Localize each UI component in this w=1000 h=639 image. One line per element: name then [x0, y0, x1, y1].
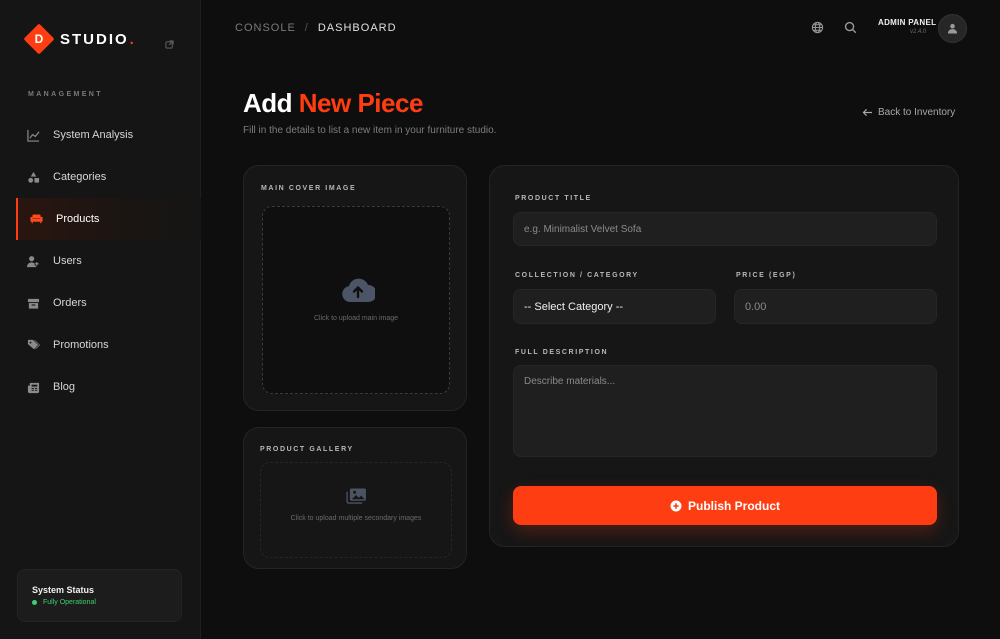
description-textarea[interactable]	[513, 365, 937, 457]
box-icon	[27, 297, 40, 310]
user-icon	[947, 23, 958, 34]
newspaper-icon	[27, 381, 40, 394]
system-status-card: System Status Fully Operational	[17, 569, 182, 622]
product-gallery-label: PRODUCT GALLERY	[260, 446, 354, 453]
sidebar: D STUDIO . MANAGEMENT System Analysis Ca…	[0, 0, 201, 639]
sidebar-item-promotions[interactable]: Promotions	[16, 324, 201, 366]
status-dot-icon	[32, 600, 37, 605]
product-title-label: PRODUCT TITLE	[515, 195, 592, 202]
plus-circle-icon	[670, 500, 682, 511]
status-indicator: Fully Operational	[32, 599, 96, 606]
category-label: COLLECTION / CATEGORY	[515, 272, 639, 279]
page-subtitle: Fill in the details to list a new item i…	[243, 125, 497, 136]
product-gallery-card: PRODUCT GALLERY Click to upload multiple…	[243, 427, 467, 569]
sidebar-item-label: System Analysis	[53, 129, 134, 141]
product-form-card: PRODUCT TITLE COLLECTION / CATEGORY -- S…	[489, 165, 959, 547]
product-title-input[interactable]	[513, 212, 937, 246]
logo-letter: D	[34, 32, 44, 46]
sidebar-item-products[interactable]: Products	[16, 198, 201, 240]
cloud-upload-icon	[341, 277, 377, 303]
main-image-dropzone[interactable]: Click to upload main image	[262, 206, 450, 394]
page-title: Add New Piece	[243, 88, 423, 119]
external-link-icon[interactable]	[165, 36, 174, 49]
back-link-label: Back to Inventory	[878, 107, 956, 118]
sidebar-item-system-analysis[interactable]: System Analysis	[16, 114, 201, 156]
sidebar-nav: System Analysis Categories Products User…	[16, 114, 201, 408]
brand-name: STUDIO	[60, 30, 129, 48]
category-selected-value: -- Select Category --	[524, 300, 624, 313]
images-icon	[346, 488, 367, 504]
chart-line-icon	[27, 129, 40, 142]
sidebar-item-users[interactable]: Users	[16, 240, 201, 282]
description-label: FULL DESCRIPTION	[515, 349, 609, 356]
page-title-main: Add	[243, 88, 293, 118]
sidebar-item-orders[interactable]: Orders	[16, 282, 201, 324]
sidebar-item-categories[interactable]: Categories	[16, 156, 201, 198]
breadcrumb-dashboard: DASHBOARD	[317, 22, 397, 34]
couch-icon	[30, 213, 43, 226]
gallery-dropzone[interactable]: Click to upload multiple secondary image…	[260, 462, 452, 558]
breadcrumb: CONSOLE / DASHBOARD	[235, 22, 397, 34]
price-label: PRICE (EGP)	[736, 272, 797, 279]
publish-button-label: Publish Product	[687, 498, 780, 513]
sidebar-item-label: Users	[53, 255, 82, 267]
globe-icon[interactable]	[811, 21, 824, 34]
status-text: Fully Operational	[43, 599, 96, 606]
sidebar-item-blog[interactable]: Blog	[16, 366, 201, 408]
sidebar-item-label: Products	[56, 213, 100, 225]
price-input[interactable]	[734, 289, 937, 324]
breadcrumb-console[interactable]: CONSOLE	[235, 22, 296, 34]
sidebar-item-label: Categories	[53, 171, 107, 183]
admin-version: v2.4.0	[910, 29, 927, 35]
back-to-inventory-link[interactable]: Back to Inventory	[862, 107, 955, 118]
sidebar-item-label: Blog	[53, 381, 76, 393]
logo-mark: D	[23, 23, 55, 55]
admin-name: ADMIN PANEL	[878, 18, 937, 27]
avatar[interactable]	[938, 14, 967, 43]
sidebar-item-label: Orders	[53, 297, 87, 309]
sidebar-item-label: Promotions	[53, 339, 109, 351]
brand-logo[interactable]: D STUDIO .	[23, 23, 134, 55]
section-label-management: MANAGEMENT	[28, 91, 103, 98]
gallery-hint: Click to upload multiple secondary image…	[290, 515, 422, 522]
users-icon	[27, 255, 40, 268]
main-cover-label: MAIN COVER IMAGE	[261, 185, 357, 192]
main-image-hint: Click to upload main image	[313, 315, 399, 322]
arrow-left-icon	[862, 108, 872, 117]
breadcrumb-separator: /	[304, 22, 309, 34]
publish-product-button[interactable]: Publish Product	[513, 486, 937, 525]
page-title-accent: New Piece	[298, 88, 424, 118]
search-icon[interactable]	[844, 21, 857, 34]
tags-icon	[27, 339, 40, 352]
shapes-icon	[27, 171, 40, 184]
main-cover-image-card: MAIN COVER IMAGE Click to upload main im…	[243, 165, 467, 411]
status-title: System Status	[32, 585, 95, 595]
category-select[interactable]: -- Select Category --	[513, 289, 716, 324]
brand-dot: .	[129, 30, 134, 48]
